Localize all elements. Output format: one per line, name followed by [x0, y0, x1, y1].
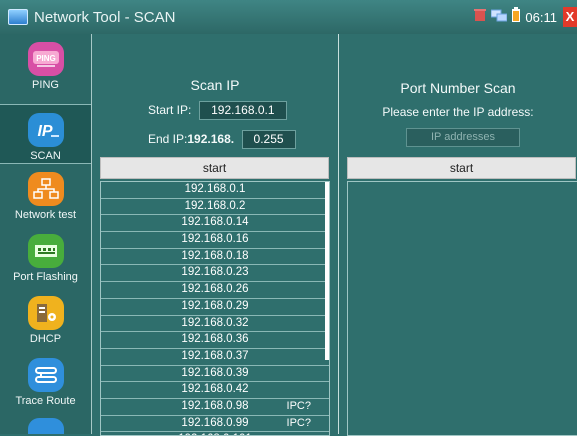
list-item-ip: 192.168.0.36: [181, 333, 249, 346]
list-item-ip: 192.168.0.14: [181, 216, 249, 229]
list-item-ip: 192.168.0.37: [181, 349, 249, 362]
list-item[interactable]: 192.168.0.26: [101, 282, 329, 299]
end-ip-input[interactable]: 0.255: [241, 130, 296, 149]
sidebar-label-scan: SCAN: [30, 150, 61, 162]
list-item-ip: 192.168.0.26: [181, 283, 249, 296]
list-item[interactable]: 192.168.0.2: [101, 199, 329, 216]
port-scan-results: [347, 181, 577, 436]
list-item-tag: IPC?: [286, 399, 311, 412]
end-ip-label: End IP:: [148, 132, 188, 146]
port-scan-start-button[interactable]: start: [347, 157, 576, 179]
list-item-ip: 192.168.0.2: [184, 199, 246, 212]
start-ip-row: Start IP: 192.168.0.1: [148, 101, 287, 120]
sidebar-item-ping[interactable]: PING PING: [0, 42, 91, 102]
list-item[interactable]: 192.168.0.1: [101, 182, 329, 199]
network-icon: [490, 8, 508, 27]
port-scan-heading: Port Number Scan: [400, 80, 516, 96]
dhcp-icon: [27, 296, 64, 330]
list-item[interactable]: 192.168.0.99 IPC?: [101, 416, 329, 433]
list-item-tag: IPC?: [286, 416, 311, 429]
ip-address-input[interactable]: IP addresses: [406, 128, 520, 147]
scan-results-list[interactable]: 192.168.0.1 192.168.0.2 192.168.0.14 192.16…: [100, 181, 330, 436]
scrollbar[interactable]: [325, 182, 329, 360]
sidebar-item-trace-route[interactable]: Trace Route: [0, 358, 91, 418]
ping-icon: PING: [27, 42, 64, 76]
list-item-ip: 192.168.0.98: [181, 399, 249, 412]
title-bar: Network Tool - SCAN 06:11 X: [0, 0, 577, 34]
list-item[interactable]: 192.168.0.29: [101, 299, 329, 316]
list-item[interactable]: 192.168.0.23: [101, 265, 329, 283]
list-item-ip: 192.168.0.1: [184, 183, 246, 195]
window-title: Network Tool - SCAN: [34, 8, 176, 26]
sidebar: PING PING IP SCAN Network test Port Flas…: [0, 34, 92, 434]
sidebar-item-more[interactable]: [0, 418, 91, 434]
close-button[interactable]: X: [563, 7, 577, 27]
sidebar-label-port-flashing: Port Flashing: [13, 271, 78, 283]
battery-icon: [512, 7, 521, 27]
sidebar-label-trace-route: Trace Route: [15, 395, 76, 407]
list-item[interactable]: 192.168.0.18: [101, 249, 329, 266]
list-item-ip: 192.168.0.32: [181, 316, 249, 329]
sidebar-label-dhcp: DHCP: [29, 333, 62, 345]
svg-text:PING: PING: [36, 54, 56, 63]
end-ip-row: End IP:192.168. 0.255: [148, 130, 296, 149]
ip-scan-icon: IP: [27, 113, 64, 147]
svg-text:IP: IP: [37, 123, 52, 140]
list-item[interactable]: 192.168.0.98 IPC?: [101, 399, 329, 416]
app-icon: [8, 9, 28, 25]
list-item[interactable]: 192.168.0.36: [101, 332, 329, 349]
sidebar-item-scan[interactable]: IP SCAN: [0, 104, 91, 164]
start-ip-label: Start IP:: [148, 103, 192, 117]
list-item-ip: 192.168.0.18: [181, 249, 249, 262]
sidebar-item-port-flashing[interactable]: Port Flashing: [0, 234, 91, 294]
clock: 06:11: [525, 9, 557, 25]
scan-start-button[interactable]: start: [100, 157, 329, 179]
end-ip-prefix: 192.168.: [187, 132, 235, 146]
list-item-ip: 192.168.0.16: [181, 233, 249, 246]
start-ip-input[interactable]: 192.168.0.1: [198, 101, 287, 120]
recycle-bin-icon: [474, 8, 487, 27]
list-item-ip: 192.168.0.42: [181, 383, 249, 396]
list-item[interactable]: 192.168.0.101: [101, 432, 329, 435]
list-item-ip: 192.168.0.23: [181, 266, 249, 279]
list-item[interactable]: 192.168.0.37: [101, 349, 329, 366]
status-area: 06:11 X: [474, 7, 577, 27]
port-flashing-icon: [27, 234, 64, 268]
sidebar-item-network-test[interactable]: Network test: [0, 172, 91, 232]
chart-icon: [27, 418, 64, 434]
list-item-ip: 192.168.0.39: [181, 366, 249, 379]
scan-ip-heading: Scan IP: [190, 77, 240, 93]
network-test-icon: [27, 172, 64, 206]
list-item[interactable]: 192.168.0.32: [101, 316, 329, 333]
sidebar-label-network-test: Network test: [14, 209, 77, 221]
list-item[interactable]: 192.168.0.16: [101, 232, 329, 249]
sidebar-label-ping: PING: [32, 79, 59, 91]
list-item[interactable]: 192.168.0.14: [101, 215, 329, 233]
list-item-ip: 192.168.0.99: [181, 416, 249, 429]
port-scan-prompt: Please enter the IP address:: [382, 105, 534, 119]
list-item[interactable]: 192.168.0.42: [101, 382, 329, 399]
trace-route-icon: [27, 358, 64, 392]
list-item-ip: 192.168.0.29: [181, 299, 249, 312]
list-item[interactable]: 192.168.0.39: [101, 366, 329, 383]
sidebar-item-dhcp[interactable]: DHCP: [0, 296, 91, 356]
